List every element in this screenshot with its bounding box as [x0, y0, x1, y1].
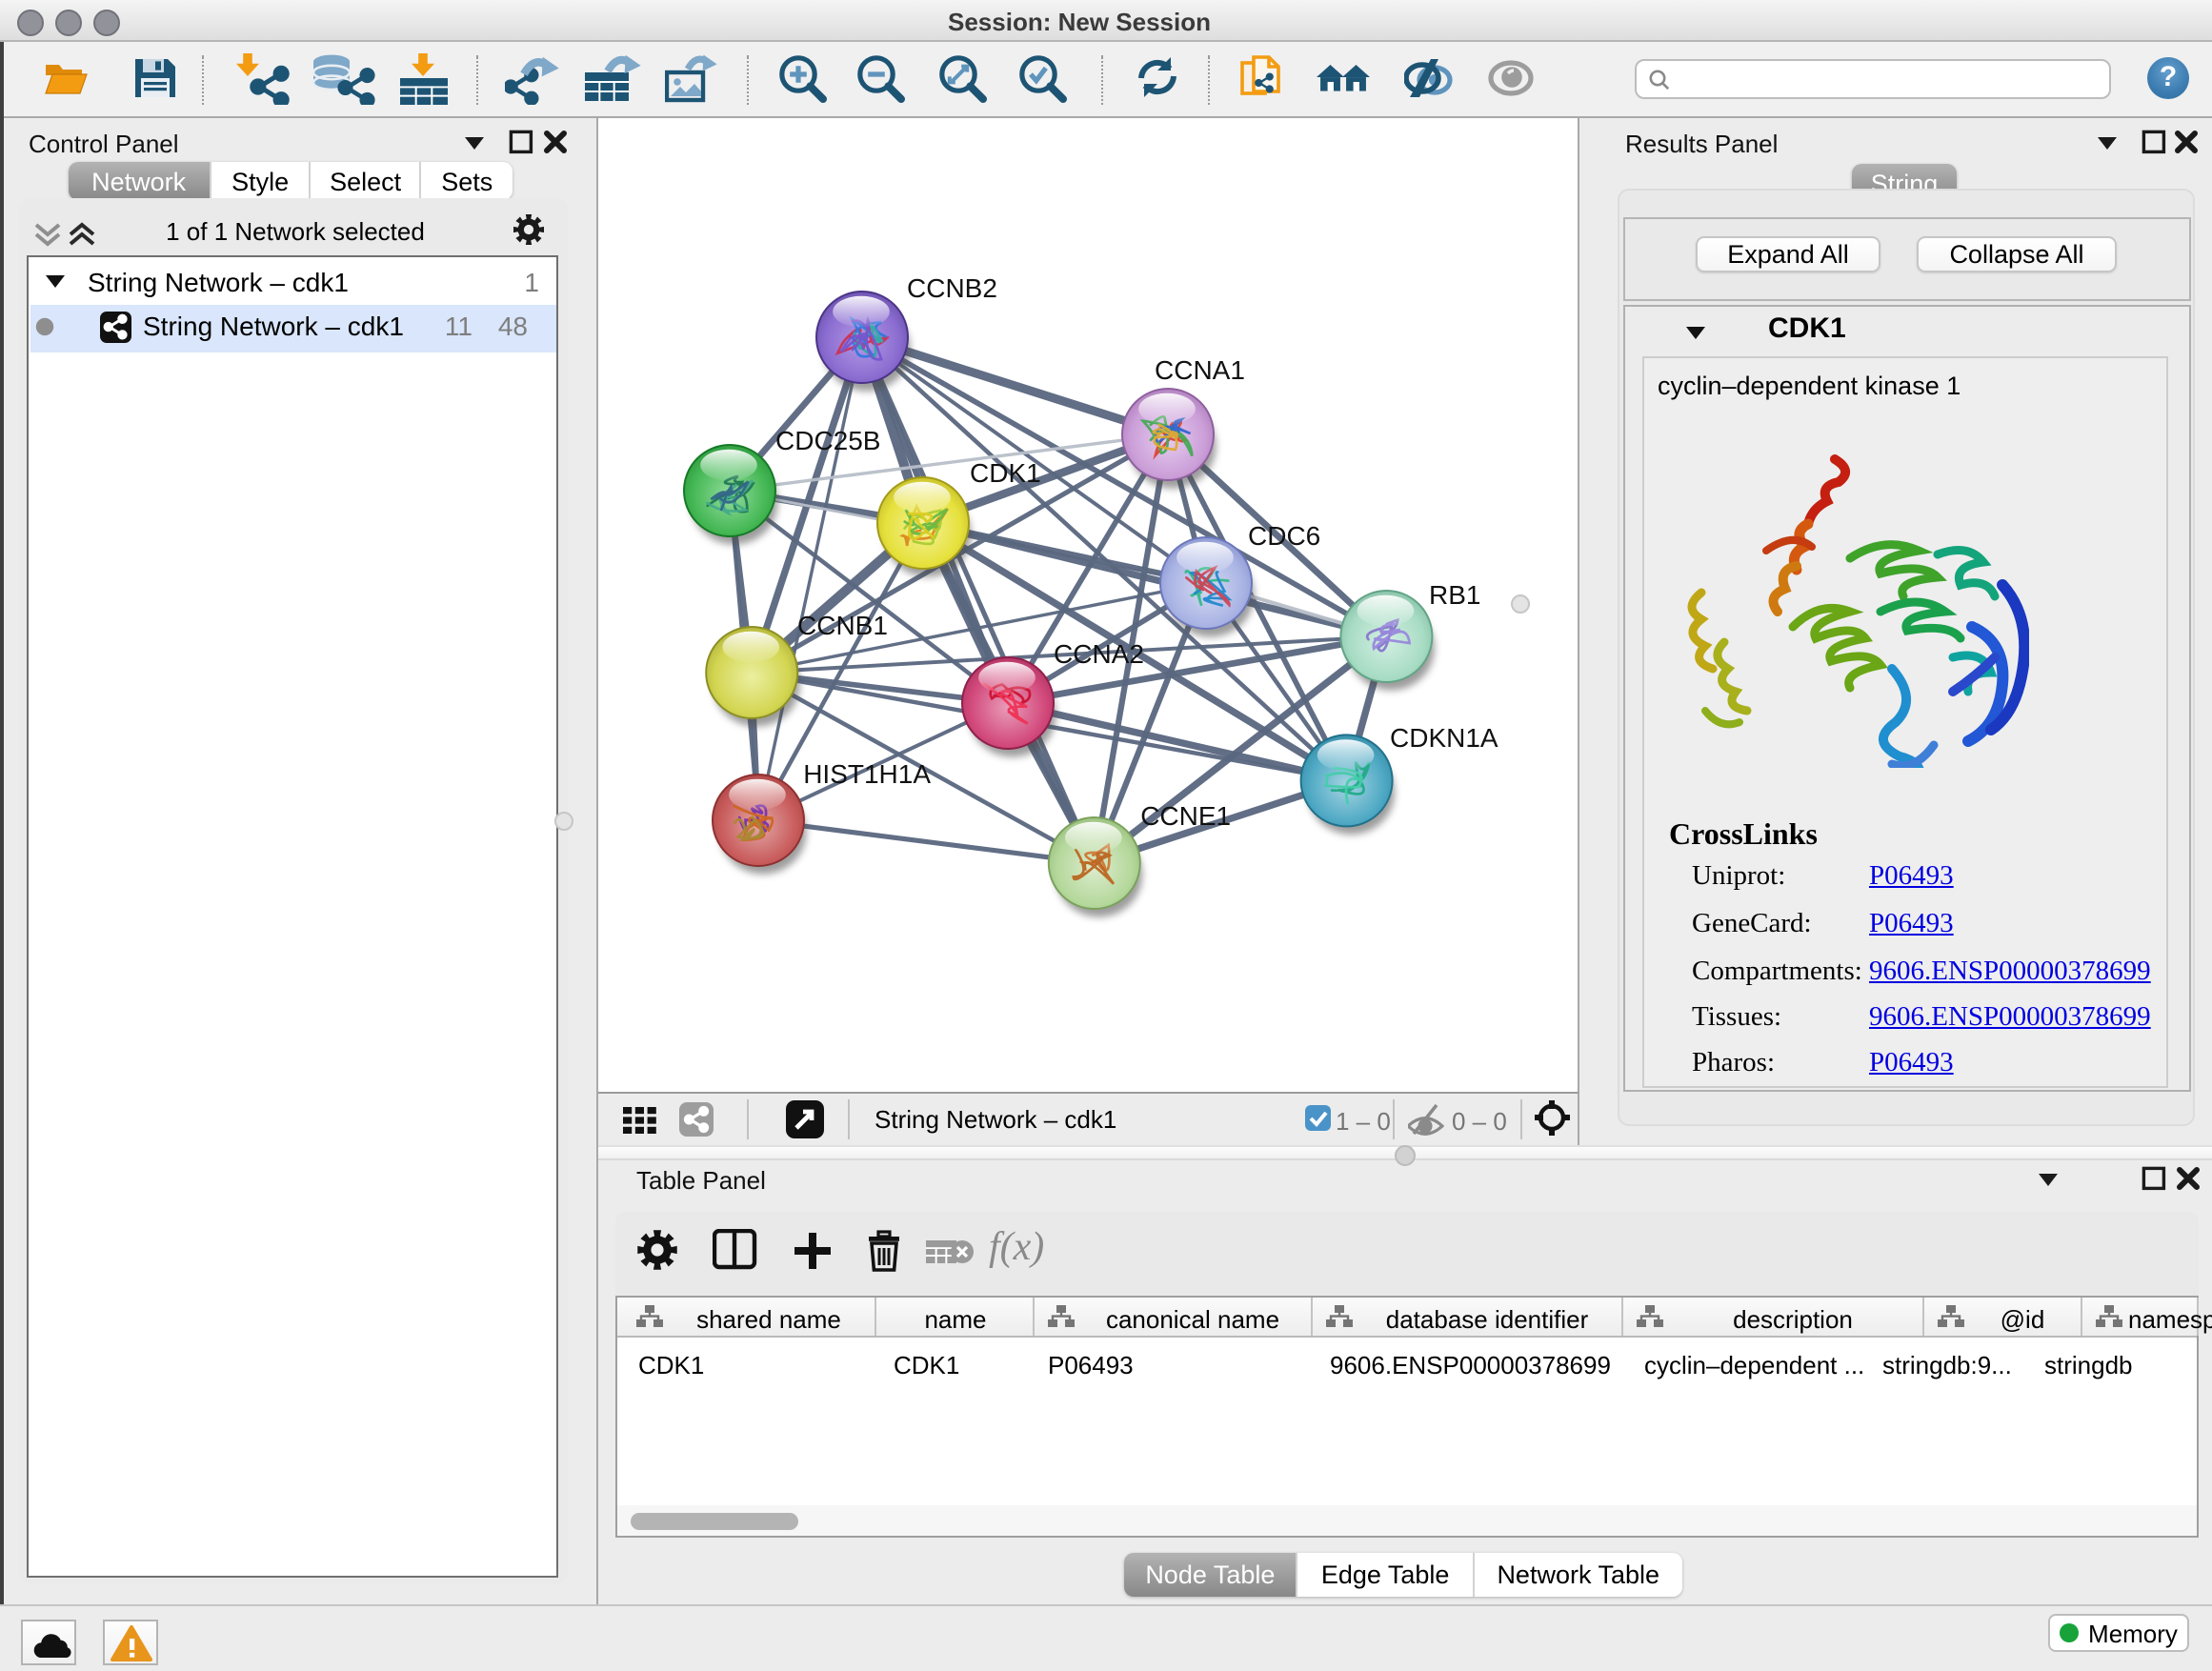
- svg-text:CCNE1: CCNE1: [1140, 801, 1231, 831]
- svg-text:CDK1: CDK1: [970, 458, 1041, 488]
- svg-text:CDKN1A: CDKN1A: [1390, 723, 1498, 753]
- svg-text:HIST1H1A: HIST1H1A: [803, 759, 931, 789]
- svg-text:CDC25B: CDC25B: [775, 426, 880, 455]
- svg-text:CCNB2: CCNB2: [907, 273, 997, 303]
- svg-text:CCNA1: CCNA1: [1155, 355, 1245, 385]
- svg-text:RB1: RB1: [1429, 580, 1480, 610]
- svg-text:CDC6: CDC6: [1248, 521, 1320, 551]
- svg-text:CCNB1: CCNB1: [797, 611, 888, 640]
- svg-text:CCNA2: CCNA2: [1054, 639, 1144, 669]
